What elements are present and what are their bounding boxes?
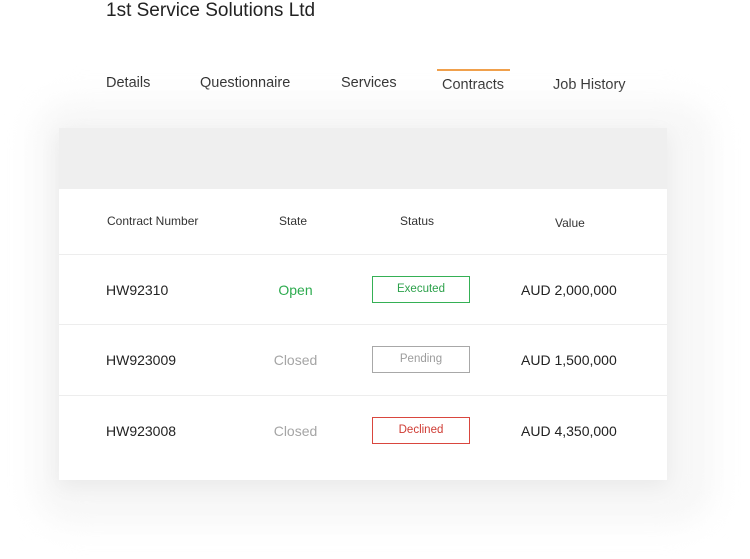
column-header-state: State	[279, 214, 308, 228]
company-name: 1st Service Solutions Ltd	[106, 0, 316, 21]
contract-number: HW923009	[106, 352, 177, 368]
tab-questionnaire[interactable]: Questionnaire	[200, 75, 290, 91]
contract-number: HW923008	[106, 423, 177, 439]
tab-details[interactable]: Details	[106, 75, 150, 91]
contract-value: AUD 4,350,000	[521, 423, 617, 439]
table-row[interactable]: HW923008 Closed Declined AUD 4,350,000	[59, 395, 667, 466]
status-badge: Declined	[372, 417, 470, 444]
tab-contracts[interactable]: Contracts	[436, 69, 511, 93]
status-badge: Executed	[372, 276, 470, 303]
tab-job-history[interactable]: Job History	[553, 77, 626, 93]
tab-services[interactable]: Services	[341, 75, 397, 91]
table-row[interactable]: HW92310 Open Executed AUD 2,000,000	[59, 254, 667, 325]
tab-bar: Details Questionnaire Services Contracts…	[0, 60, 750, 100]
status-badge: Pending	[372, 346, 470, 373]
column-header-value: Value	[555, 216, 585, 230]
table-row[interactable]: HW923009 Closed Pending AUD 1,500,000	[59, 324, 667, 395]
contract-number: HW92310	[106, 282, 169, 298]
contract-state: Closed	[273, 352, 318, 368]
column-header-status: Status	[400, 214, 435, 228]
contract-value: AUD 1,500,000	[521, 352, 617, 368]
column-header-contract-number: Contract Number	[107, 214, 199, 228]
contract-value: AUD 2,000,000	[521, 282, 617, 298]
card-header	[59, 128, 667, 189]
contract-state: Open	[278, 282, 313, 298]
contract-state: Closed	[273, 423, 318, 439]
contracts-card: Contract Number State Status Value HW923…	[59, 128, 667, 480]
